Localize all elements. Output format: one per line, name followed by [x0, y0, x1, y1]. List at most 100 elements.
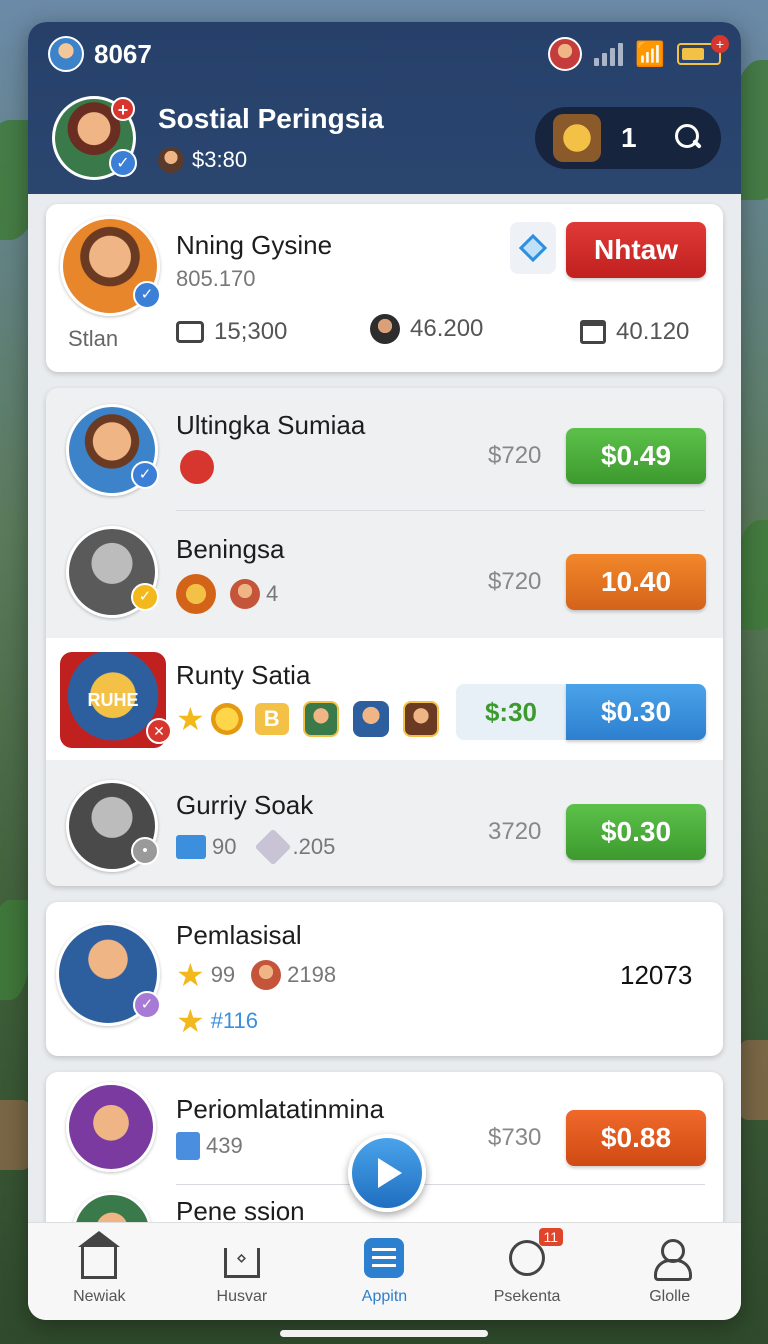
pemlasisal-card[interactable]: ✓ Pemlasisal ★ 99 2198 ★ #116 12073 — [46, 902, 723, 1056]
star-icon: ★ — [176, 701, 205, 737]
profile-row: + ✓ Sostial Peringsia $3:80 1 — [52, 96, 721, 180]
rank-icon: ✓ — [131, 583, 159, 611]
player-face-icon — [230, 579, 260, 609]
note-icon — [176, 835, 206, 859]
featured-label: Stlan — [68, 326, 119, 351]
verified-icon: ✓ — [133, 991, 161, 1019]
rank-badge-icon — [553, 114, 601, 162]
verified-icon: ✓ — [131, 461, 159, 489]
status-right: 📶 + — [548, 35, 729, 71]
player-face-icon — [251, 960, 282, 990]
profile-text: Sostial Peringsia $3:80 — [158, 103, 384, 173]
calendar-icon — [580, 320, 606, 344]
row-title: Runty Satia — [176, 660, 311, 690]
bonus-icon: B — [254, 703, 289, 735]
profile-money-value: $3:80 — [192, 147, 248, 172]
player-avatar-small[interactable] — [48, 36, 84, 72]
play-button[interactable] — [348, 1134, 426, 1212]
list-item[interactable]: • Gurriy Soak 90 .205 3720 $0.30 — [46, 762, 723, 886]
player-face-icon — [370, 314, 400, 344]
featured-action-button[interactable]: Nhtaw — [566, 222, 706, 278]
tab-husvar[interactable]: Husvar — [171, 1223, 314, 1320]
featured-stat-messages: 15;300 — [176, 318, 287, 346]
buy-button[interactable]: $0.49 — [566, 428, 706, 484]
buy-button[interactable]: $0.30 — [566, 804, 706, 860]
heart-icon — [180, 450, 214, 484]
notification-badge: 11 — [538, 1227, 564, 1246]
row-title: Beningsa — [176, 534, 285, 564]
list-item[interactable]: ✓ Ultingka Sumiaa $720 $0.49 — [46, 388, 723, 510]
message-icon — [176, 321, 204, 343]
hero-chip-icon — [302, 701, 339, 737]
buy-button[interactable]: $0.30 — [566, 684, 706, 740]
search-pill[interactable]: 1 — [535, 107, 721, 169]
buy-button[interactable]: $0.88 — [566, 1110, 706, 1166]
search-icon[interactable] — [675, 124, 703, 152]
pemlasisal-line1: ★ 99 2198 — [176, 957, 337, 993]
cube-icon — [255, 828, 292, 866]
header: 8067 📶 + + ✓ Sostial Peringsia $3:80 1 — [28, 22, 741, 194]
row-price: $720 — [488, 568, 542, 595]
profile-avatar[interactable]: + ✓ — [52, 96, 137, 180]
status-bar: 8067 📶 + — [48, 35, 729, 72]
menu-icon — [364, 1237, 405, 1278]
bottom-tab-bar: Newiak Husvar Appitn 11 Psekenta Glolle — [28, 1222, 741, 1320]
row-title: Periomlatatinmina — [176, 1094, 385, 1124]
row-avatar: ✓ — [56, 922, 161, 1026]
reward-items: ★ B — [176, 700, 447, 738]
house-icon — [223, 1247, 260, 1278]
last-card-stat: 439 — [176, 1132, 243, 1160]
row-price: 3720 — [488, 818, 542, 845]
tab-glolle[interactable]: Glolle — [598, 1223, 741, 1320]
row-avatar: ✓ — [66, 404, 159, 496]
wifi-icon: 📶 — [635, 40, 665, 68]
helmet-icon — [176, 574, 216, 614]
close-icon: ✕ — [146, 718, 172, 744]
add-icon[interactable]: + — [111, 97, 135, 121]
app-window: 8067 📶 + + ✓ Sostial Peringsia $3:80 1 ✓… — [28, 22, 741, 1320]
profile-money: $3:80 — [158, 147, 384, 173]
gem-button[interactable] — [510, 222, 556, 274]
currency-face-icon — [158, 147, 184, 173]
row-stats: 90 .205 — [176, 828, 335, 866]
featured-subtitle: 805.170 — [176, 266, 256, 291]
coin-count: 8067 — [94, 38, 152, 69]
verified-icon: ✓ — [133, 281, 161, 309]
row-items: 4 — [176, 574, 278, 614]
tab-newiak[interactable]: Newiak — [28, 1223, 171, 1320]
row-title: Ultingka Sumiaa — [176, 410, 366, 440]
divider — [176, 510, 705, 511]
featured-avatar: ✓ — [60, 216, 161, 316]
row-price: $730 — [488, 1124, 542, 1151]
diamond-icon — [518, 233, 548, 263]
emblem-avatar: RUHE ✕ — [60, 652, 172, 748]
row-title: Gurriy Soak — [176, 790, 314, 820]
battery-icon: + — [677, 35, 729, 65]
buy-button[interactable]: 10.40 — [566, 554, 706, 610]
home-icon — [78, 1230, 121, 1279]
hero-chip-icon — [352, 701, 389, 737]
home-indicator[interactable] — [280, 1330, 488, 1337]
link-icon: • — [131, 837, 159, 865]
star-icon: ★ — [176, 957, 205, 993]
price-tag: $:30 — [456, 684, 566, 740]
row-avatar: • — [66, 780, 159, 872]
row-avatar: ✓ — [66, 526, 159, 618]
cube-icon — [176, 1132, 200, 1160]
list-item-selected[interactable]: RUHE ✕ Runty Satia ★ B $:30 $0.30 — [46, 638, 723, 760]
search-count: 1 — [621, 122, 637, 153]
list-item[interactable]: ✓ Beningsa 4 $720 10.40 — [46, 512, 723, 636]
row-title: Pemlasisal — [176, 920, 302, 950]
pemlasisal-line2: ★ #116 — [176, 1003, 258, 1039]
coin-icon — [210, 703, 243, 735]
shop-group-card: ✓ Ultingka Sumiaa $720 $0.49 ✓ Beningsa … — [46, 388, 723, 886]
divider — [176, 1184, 705, 1185]
profile-name: Sostial Peringsia — [158, 103, 384, 134]
friend-avatar-icon[interactable] — [548, 37, 583, 71]
tab-appitn[interactable]: Appitn — [313, 1223, 456, 1320]
featured-card[interactable]: ✓ Nning Gysine 805.170 Stlan Nhtaw 15;30… — [46, 204, 723, 372]
tab-psekenta[interactable]: 11 Psekenta — [456, 1223, 599, 1320]
hero-chip-icon — [402, 701, 439, 737]
pemlasisal-value: 12073 — [620, 960, 693, 990]
row-price: $720 — [488, 442, 542, 469]
